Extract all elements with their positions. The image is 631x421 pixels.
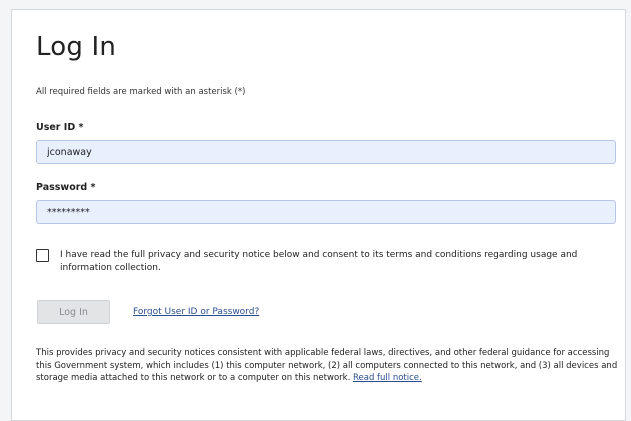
forgot-credentials-link[interactable]: Forgot User ID or Password?: [133, 307, 259, 317]
login-card: Log In All required fields are marked wi…: [11, 9, 626, 421]
user-id-input[interactable]: [36, 140, 616, 164]
password-input[interactable]: [36, 200, 616, 224]
required-fields-note: All required fields are marked with an a…: [36, 87, 246, 97]
login-button[interactable]: Log In: [37, 300, 110, 324]
read-full-notice-link[interactable]: Read full notice.: [353, 373, 422, 383]
privacy-notice-text: This provides privacy and security notic…: [36, 348, 618, 383]
privacy-notice: This provides privacy and security notic…: [36, 347, 621, 385]
password-label: Password *: [36, 182, 96, 193]
user-id-label: User ID *: [36, 122, 84, 133]
page-title: Log In: [36, 32, 117, 62]
consent-checkbox[interactable]: [36, 249, 49, 262]
consent-text: I have read the full privacy and securit…: [60, 250, 578, 273]
